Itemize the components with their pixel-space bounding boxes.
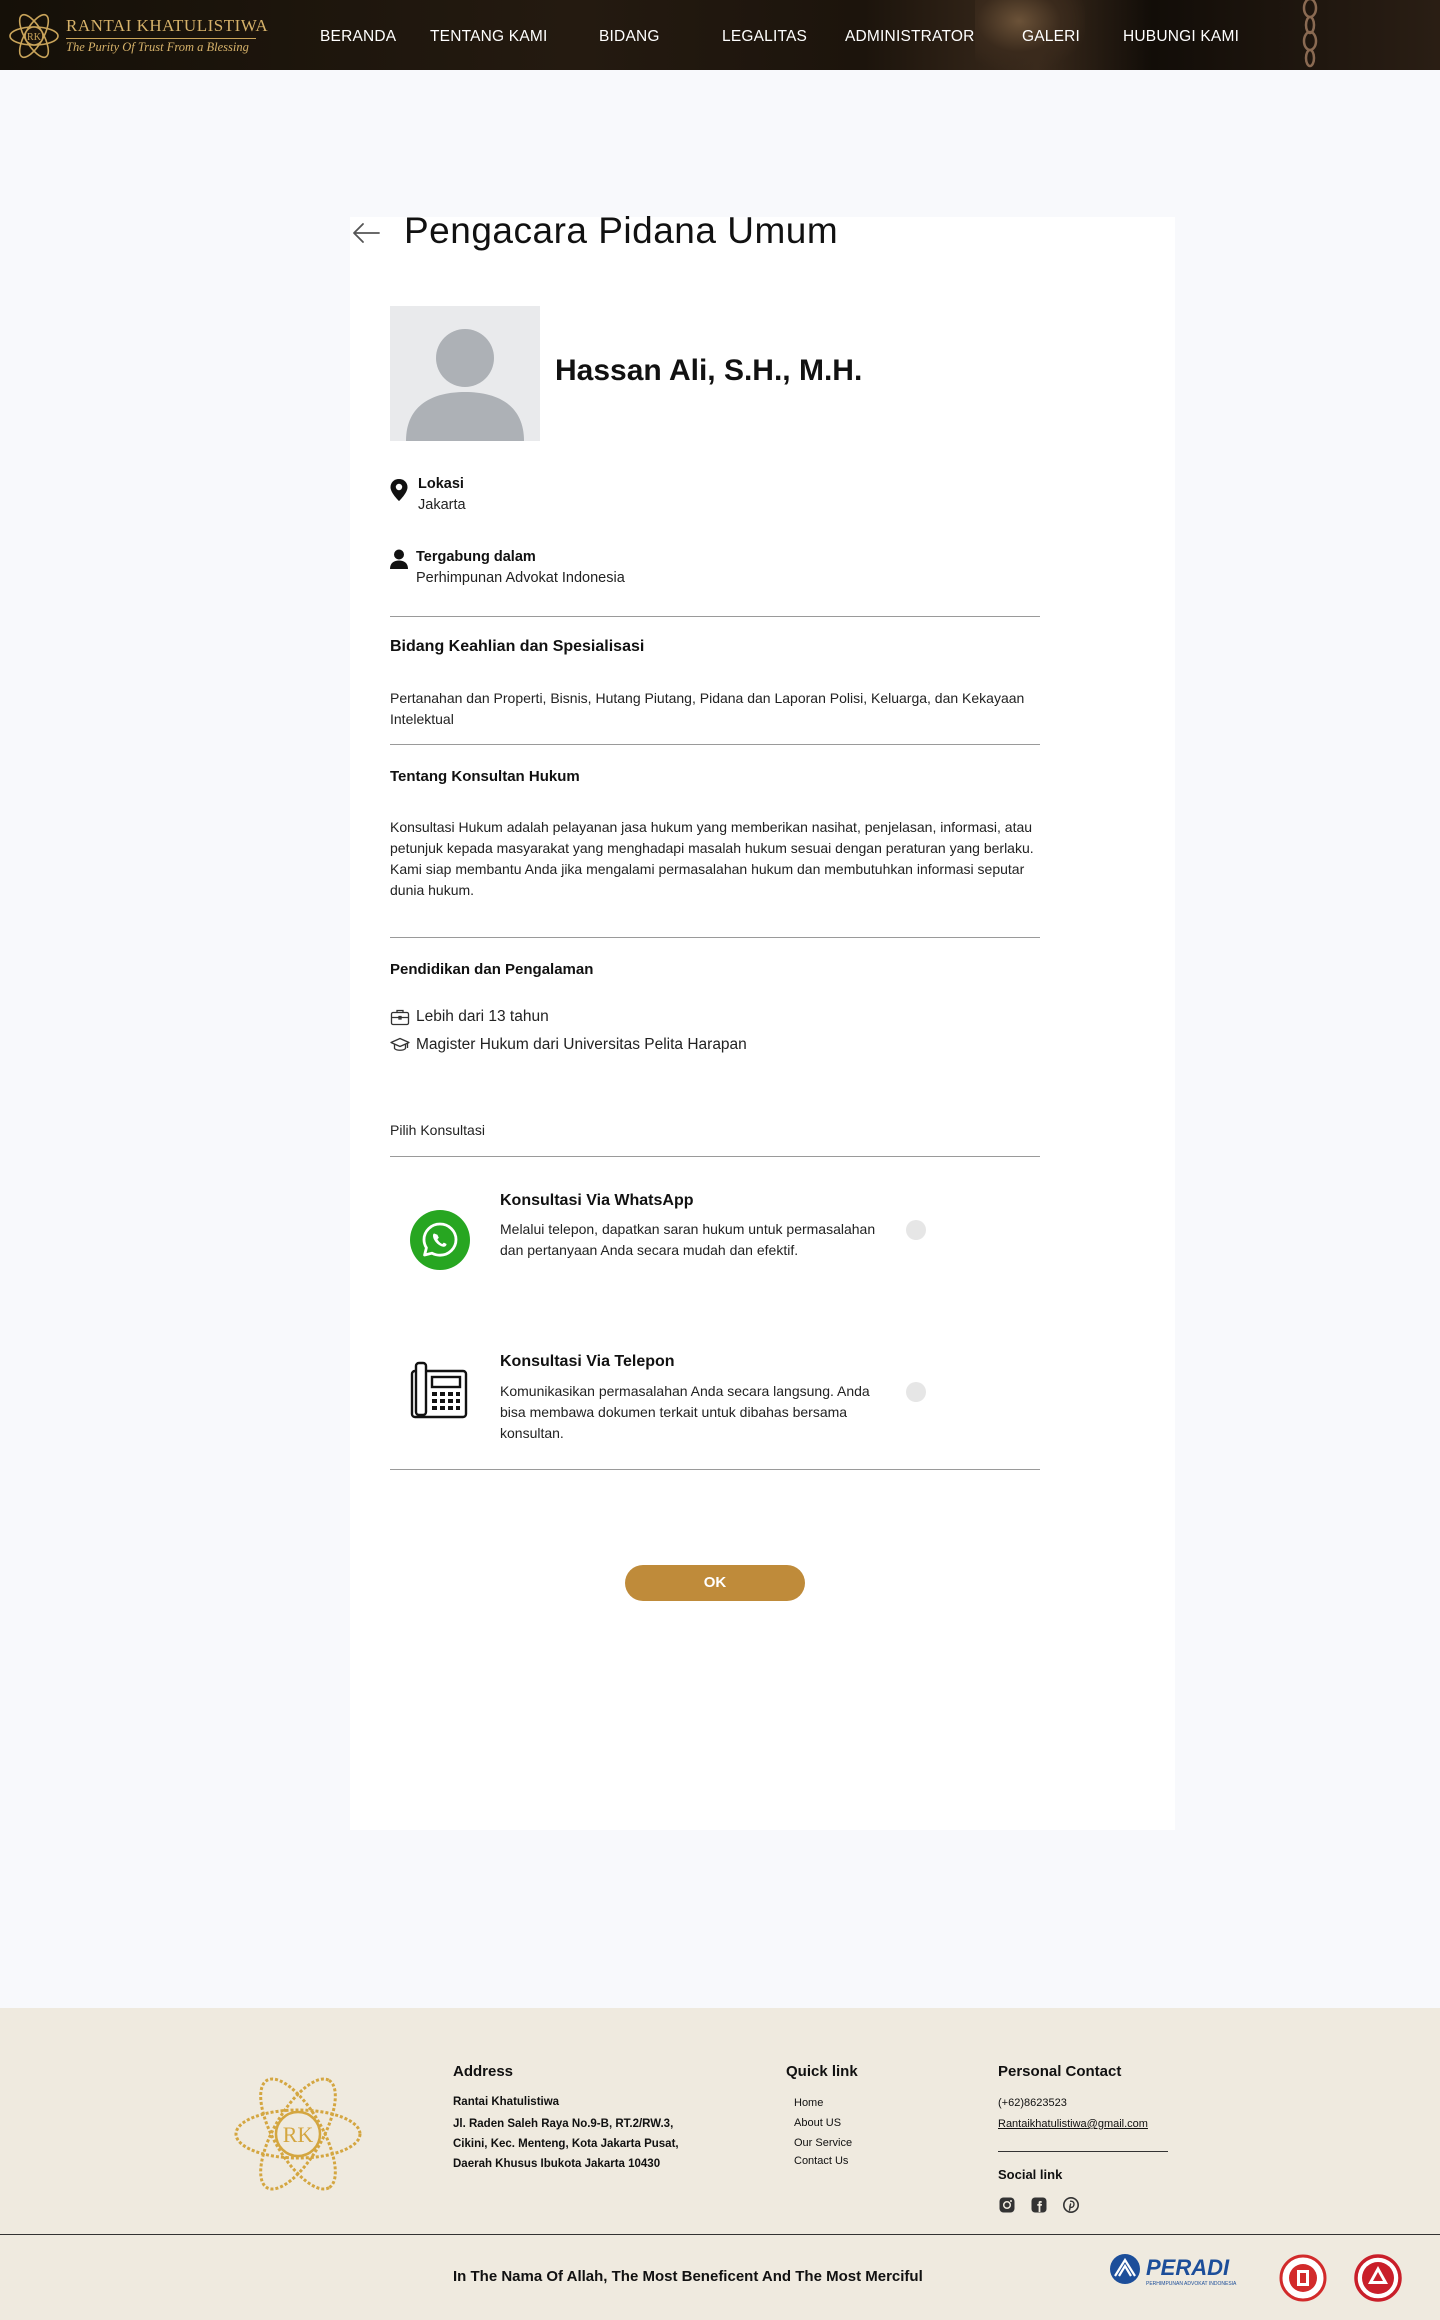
joined-label: Tergabung dalam [416,549,536,565]
nav-bidang[interactable]: BIDANG [599,28,660,46]
svg-text:PERHIMPUNAN ADVOKAT INDONESIA: PERHIMPUNAN ADVOKAT INDONESIA [1146,2281,1237,2287]
joined-value: Perhimpunan Advokat Indonesia [416,570,625,586]
telephone-icon [410,1361,468,1419]
bar-association-seal-emblem [1354,2254,1402,2302]
footer-contact-title: Personal Contact [998,2063,1122,2080]
facebook-icon[interactable] [1031,2197,1047,2213]
svg-text:PERADI: PERADI [1146,2255,1230,2280]
expertise-title: Bidang Keahlian dan Spesialisasi [390,638,645,655]
about-title: Tentang Konsultan Hukum [390,768,580,785]
footer-address-line: Daerah Khusus Ibukota Jakarta 10430 [453,2158,661,2170]
footer-address-line: Rantai Khatulistiwa [453,2096,560,2108]
location-label: Lokasi [418,476,464,492]
footer-link-home[interactable]: Home [794,2097,823,2109]
nav-administrator[interactable]: ADMINISTRATOR [845,28,974,46]
footer-link-service[interactable]: Our Service [794,2137,852,2149]
main-nav: BERANDA TENTANG KAMI BIDANG LEGALITAS AD… [0,0,1440,70]
education-row: Magister Hukum dari Universitas Pelita H… [390,1036,747,1054]
footer-social-title: Social link [998,2167,1063,2182]
divider [390,1156,1040,1157]
person-icon [390,549,408,569]
page-title: Pengacara Pidana Umum [404,210,839,251]
nav-tentang-kami[interactable]: TENTANG KAMI [430,28,548,46]
avatar-placeholder-icon [406,329,524,441]
location-value: Jakarta [418,497,466,513]
divider [390,1469,1040,1470]
choose-consultation-label: Pilih Konsultasi [390,1122,485,1138]
divider [390,937,1040,938]
footer-address-line: Cikini, Kec. Menteng, Kota Jakarta Pusat… [453,2138,679,2150]
footer-motto: In The Nama Of Allah, The Most Beneficen… [453,2268,923,2285]
lawyer-name: Hassan Ali, S.H., M.H. [555,354,863,387]
advocate-seal-emblem [1279,2254,1327,2302]
location-pin-icon [390,479,408,501]
briefcase-icon [390,1009,410,1026]
footer-quicklink-title: Quick link [786,2063,858,2080]
education-text: Magister Hukum dari Universitas Pelita H… [416,1036,747,1053]
experience-text: Lebih dari 13 tahun [416,1008,549,1025]
telephone-option-title: Konsultasi Via Telepon [500,1353,675,1370]
footer-contact-divider [998,2151,1168,2152]
back-arrow-icon[interactable] [351,220,381,246]
peradi-logo: PERADI PERHIMPUNAN ADVOKAT INDONESIA [1110,2254,1237,2287]
telephone-radio[interactable] [906,1382,926,1402]
header: RK RANTAI KHATULISTIWA The Purity Of Tru… [0,0,1440,70]
footer-phone[interactable]: (+62)8623523 [998,2097,1067,2109]
instagram-icon[interactable] [999,2197,1015,2213]
telephone-option-desc: Komunikasikan permasalahan Anda secara l… [500,1383,870,1441]
footer-divider [0,2234,1440,2235]
footer-email[interactable]: Rantaikhatulistiwa@gmail.com [998,2118,1148,2130]
divider [390,616,1040,617]
nav-galeri[interactable]: GALERI [1022,28,1080,46]
nav-hubungi-kami[interactable]: HUBUNGI KAMI [1123,28,1239,46]
experience-row: Lebih dari 13 tahun [390,1008,549,1026]
about-text: Konsultasi Hukum adalah pelayanan jasa h… [390,819,1034,898]
footer-address-title: Address [453,2063,514,2080]
expertise-text: Pertanahan dan Properti, Bisnis, Hutang … [390,690,1025,727]
ok-button[interactable]: OK [625,1565,805,1601]
education-title: Pendidikan dan Pengalaman [390,961,594,978]
footer-link-contact[interactable]: Contact Us [794,2155,848,2167]
divider [390,744,1040,745]
avatar [390,306,540,441]
whatsapp-icon [410,1210,470,1270]
footer-address-line: Jl. Raden Saleh Raya No.9-B, RT.2/RW.3, [453,2118,674,2130]
svg-text:RK: RK [283,2122,314,2147]
graduation-cap-icon [390,1037,410,1051]
nav-beranda[interactable]: BERANDA [320,28,396,46]
pinterest-icon[interactable] [1063,2197,1079,2213]
footer-logo-icon: RK [234,2077,362,2191]
nav-legalitas[interactable]: LEGALITAS [722,28,807,46]
whatsapp-option-title: Konsultasi Via WhatsApp [500,1192,694,1209]
whatsapp-radio[interactable] [906,1220,926,1240]
footer-link-about[interactable]: About US [794,2117,841,2129]
whatsapp-option-desc: Melalui telepon, dapatkan saran hukum un… [500,1221,876,1258]
